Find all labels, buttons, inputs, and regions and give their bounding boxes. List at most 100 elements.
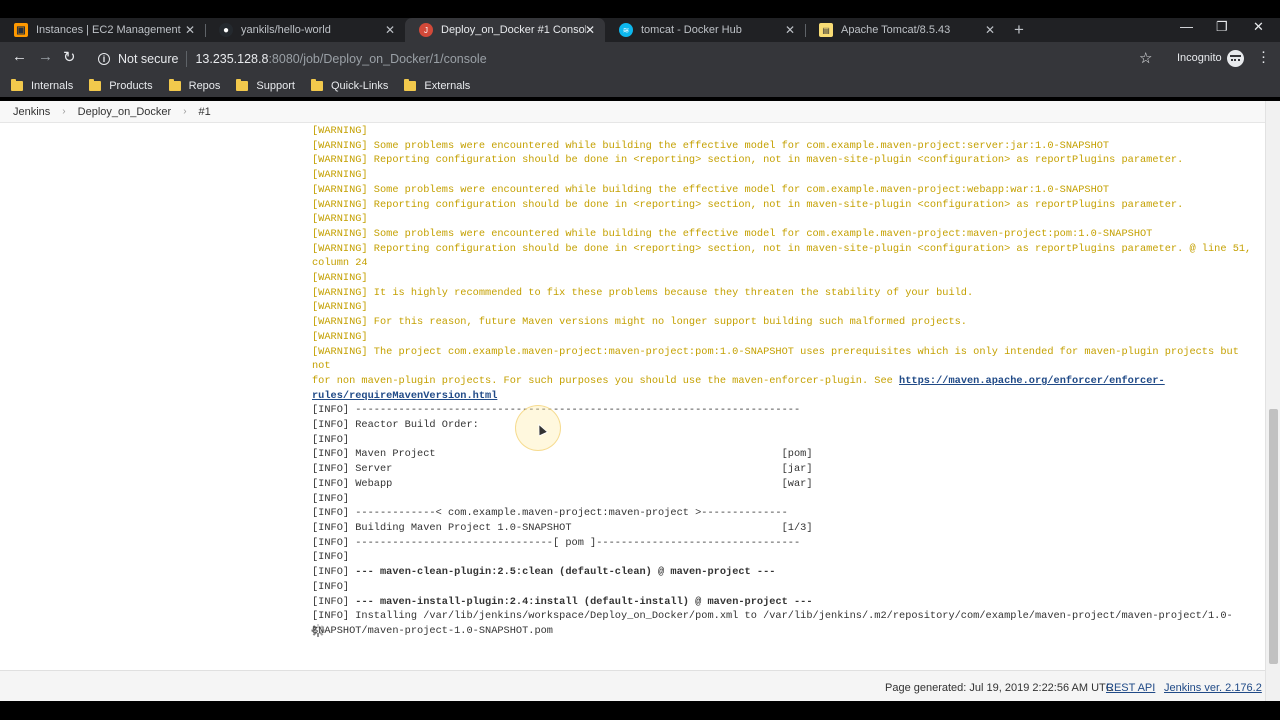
console-line-text: [WARNING]: [312, 272, 368, 285]
console-line: [INFO] Server [jar]: [312, 462, 1252, 477]
console-output: [WARNING] [WARNING] Some problems were en…: [312, 124, 1252, 639]
minimize-icon[interactable]: —: [1180, 19, 1193, 34]
console-line-text: [INFO]: [312, 551, 350, 564]
page-scrollbar[interactable]: [1265, 101, 1280, 701]
console-line: [INFO] --- maven-clean-plugin:2.5:clean …: [312, 565, 1252, 580]
close-window-icon[interactable]: ✕: [1253, 19, 1264, 35]
tab-title: yankils/hello-world: [241, 24, 331, 36]
console-line: [INFO] Installing /var/lib/jenkins/works…: [312, 609, 1252, 638]
close-tab-icon[interactable]: ✕: [785, 23, 795, 37]
reload-icon[interactable]: ↻: [63, 48, 76, 66]
tab-title: Apache Tomcat/8.5.43: [841, 24, 951, 36]
console-line: [WARNING] Reporting configuration should…: [312, 242, 1252, 271]
console-line-text: [WARNING]: [312, 125, 368, 137]
console-line-text: [INFO] Server [jar]: [312, 463, 813, 476]
bookmark-externals[interactable]: Externals: [404, 79, 470, 92]
console-line: [WARNING]: [312, 300, 1252, 315]
tab-github[interactable]: ● yankils/hello-world ✕: [205, 18, 405, 42]
bookmark-quick-links[interactable]: Quick-Links: [310, 79, 389, 92]
bookmark-label: Products: [109, 80, 153, 92]
console-line-text: [WARNING] Reporting configuration should…: [312, 198, 1184, 211]
breadcrumb-jenkins[interactable]: Jenkins: [13, 106, 50, 118]
tab-docker-hub[interactable]: ≋ tomcat - Docker Hub ✕: [605, 18, 805, 42]
console-line-text: [WARNING] Reporting configuration should…: [312, 242, 1252, 270]
console-line: [INFO] --------------------------------[…: [312, 536, 1252, 551]
folder-icon: [168, 79, 181, 91]
console-line: [WARNING]: [312, 212, 1252, 227]
bookmarks-bar: Internals Products Repos Support Quick-L…: [0, 75, 1280, 97]
forward-icon[interactable]: →: [38, 48, 53, 65]
bookmark-products[interactable]: Products: [89, 79, 153, 92]
tab-title: Instances | EC2 Management Con: [36, 24, 181, 36]
console-line: [INFO] Webapp [war]: [312, 477, 1252, 492]
tab-apache-tomcat[interactable]: ▤ Apache Tomcat/8.5.43 ✕: [805, 18, 1005, 42]
console-line-text: [INFO]: [312, 492, 350, 505]
console-line-text: [INFO] Webapp [war]: [312, 477, 813, 490]
console-line-text: [WARNING] It is highly recommended to fi…: [312, 286, 974, 299]
tab-title: Deploy_on_Docker #1 Console [Je: [441, 24, 586, 36]
page-generated-text: Page generated: Jul 19, 2019 2:22:56 AM …: [885, 682, 1114, 694]
scrollbar-thumb[interactable]: [1269, 409, 1278, 664]
close-tab-icon[interactable]: ✕: [185, 23, 195, 37]
console-line: [WARNING] The project com.example.maven-…: [312, 345, 1252, 404]
console-line: [INFO] ---------------------------------…: [312, 403, 1252, 418]
tab-jenkins-console[interactable]: J Deploy_on_Docker #1 Console [Je ✕: [405, 18, 605, 42]
chevron-right-icon: ›: [183, 106, 187, 117]
jenkins-page: Jenkins › Deploy_on_Docker › #1 [WARNING…: [0, 101, 1280, 701]
folder-icon: [404, 79, 417, 91]
bookmark-repos[interactable]: Repos: [168, 79, 220, 92]
console-line: [INFO] Building Maven Project 1.0-SNAPSH…: [312, 521, 1252, 536]
bookmark-label: Internals: [31, 80, 74, 92]
bookmark-label: Support: [256, 80, 295, 92]
breadcrumb-build[interactable]: #1: [199, 106, 211, 118]
folder-icon: [310, 79, 323, 91]
rest-api-link[interactable]: REST API: [1106, 682, 1155, 694]
console-line: [INFO]: [312, 580, 1252, 595]
console-line-text: [INFO] Building Maven Project 1.0-SNAPSH…: [312, 521, 813, 534]
breadcrumb-job[interactable]: Deploy_on_Docker: [78, 106, 172, 118]
bookmark-star-icon[interactable]: ☆: [1139, 49, 1152, 67]
back-icon[interactable]: ←: [12, 48, 27, 65]
new-tab-icon[interactable]: +: [1014, 20, 1024, 40]
tab-ec2[interactable]: ▣ Instances | EC2 Management Con ✕: [0, 18, 205, 42]
bookmark-support[interactable]: Support: [236, 79, 295, 92]
console-line: [WARNING] Some problems were encountered…: [312, 139, 1252, 154]
console-line-text: [WARNING] Some problems were encountered…: [312, 227, 1153, 240]
console-line: [INFO]: [312, 550, 1252, 565]
console-line-text: [WARNING]: [312, 330, 368, 343]
chevron-right-icon: ›: [62, 106, 66, 117]
url-host: 13.235.128.8: [195, 51, 269, 66]
folder-icon: [236, 79, 249, 91]
close-tab-icon[interactable]: ✕: [385, 23, 395, 37]
console-line: [WARNING] Reporting configuration should…: [312, 153, 1252, 168]
console-line: [WARNING]: [312, 330, 1252, 345]
incognito-icon[interactable]: [1227, 50, 1244, 67]
console-plugin-goal: --- maven-install-plugin:2.4:install (de…: [355, 595, 813, 608]
console-line: [INFO] -------------< com.example.maven-…: [312, 506, 1252, 521]
console-line-text: [WARNING] Some problems were encountered…: [312, 139, 1110, 152]
tab-title: tomcat - Docker Hub: [641, 24, 742, 36]
not-secure-label: Not secure: [118, 51, 179, 66]
maximize-icon[interactable]: ❐: [1216, 19, 1228, 35]
breadcrumb: Jenkins › Deploy_on_Docker › #1: [0, 101, 1265, 123]
console-line-text: [INFO] --------------------------------[…: [312, 536, 801, 549]
tab-strip: ▣ Instances | EC2 Management Con ✕ ● yan…: [0, 18, 1280, 42]
close-tab-icon[interactable]: ✕: [985, 23, 995, 37]
bookmark-label: Quick-Links: [330, 80, 389, 92]
menu-icon[interactable]: · · ·: [1261, 44, 1266, 69]
bookmark-internals[interactable]: Internals: [11, 79, 74, 92]
console-line: [WARNING]: [312, 124, 1252, 139]
console-line-text: [INFO] Reactor Build Order:: [312, 419, 479, 432]
console-line-text: [INFO]: [312, 433, 350, 446]
console-line-text: [WARNING] Some problems were encountered…: [312, 183, 1110, 196]
close-tab-icon[interactable]: ✕: [585, 23, 595, 37]
address-bar[interactable]: i Not secure 13.235.128.8:8080/job/Deplo…: [88, 45, 1168, 72]
loading-spinner-icon: [311, 624, 325, 637]
info-icon[interactable]: i: [98, 52, 110, 65]
page-footer: Page generated: Jul 19, 2019 2:22:56 AM …: [0, 670, 1265, 701]
browser-toolbar: ← → ↻ i Not secure 13.235.128.8:8080/job…: [0, 42, 1280, 75]
jenkins-icon: J: [419, 23, 433, 37]
console-line: [WARNING] It is highly recommended to fi…: [312, 286, 1252, 301]
console-line: [WARNING] Reporting configuration should…: [312, 198, 1252, 213]
jenkins-version-link[interactable]: Jenkins ver. 2.176.2: [1164, 682, 1262, 694]
